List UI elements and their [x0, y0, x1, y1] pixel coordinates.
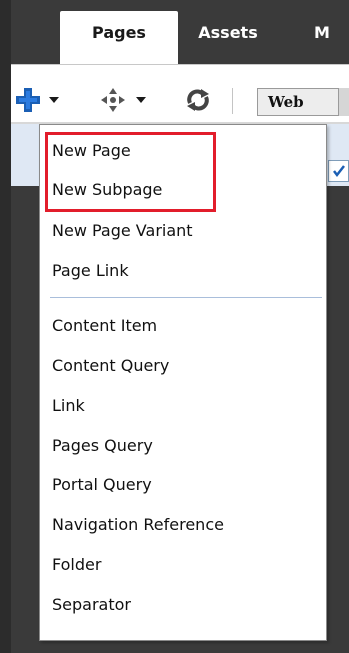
menu-item-content-item[interactable]: Content Item [52, 311, 314, 341]
tab-pages[interactable]: Pages [60, 11, 178, 64]
refresh-icon [187, 89, 209, 111]
chevron-down-icon [136, 97, 146, 103]
plus-icon [16, 88, 59, 112]
web-select[interactable]: Web [257, 88, 345, 116]
move-arrows-icon [101, 88, 146, 112]
checkmark-icon [333, 165, 345, 178]
menu-item-link[interactable]: Link [52, 391, 314, 421]
tab-assets[interactable]: Assets [186, 11, 270, 64]
menu-item-pages-query[interactable]: Pages Query [52, 431, 314, 461]
row-checkbox[interactable] [328, 160, 349, 182]
menu-item-folder[interactable]: Folder [52, 550, 314, 580]
move-button[interactable] [100, 86, 150, 114]
menu-item-separator[interactable]: Separator [52, 590, 314, 620]
menu-item-content-query[interactable]: Content Query [52, 351, 314, 381]
toolbar-separator [232, 88, 233, 114]
add-button[interactable] [13, 86, 73, 114]
menu-item-portal-query[interactable]: Portal Query [52, 470, 314, 500]
tab-more[interactable]: M [314, 11, 349, 64]
left-edge-strip [0, 0, 11, 653]
menu-separator [50, 297, 322, 298]
menu-item-page-link[interactable]: Page Link [52, 256, 314, 286]
red-highlight-box [45, 132, 216, 212]
chevron-down-icon [49, 97, 59, 103]
web-select-arrow[interactable] [338, 88, 349, 116]
menu-item-navigation-reference[interactable]: Navigation Reference [52, 510, 314, 540]
refresh-button[interactable] [184, 86, 212, 114]
menu-item-new-page-variant[interactable]: New Page Variant [52, 216, 314, 246]
